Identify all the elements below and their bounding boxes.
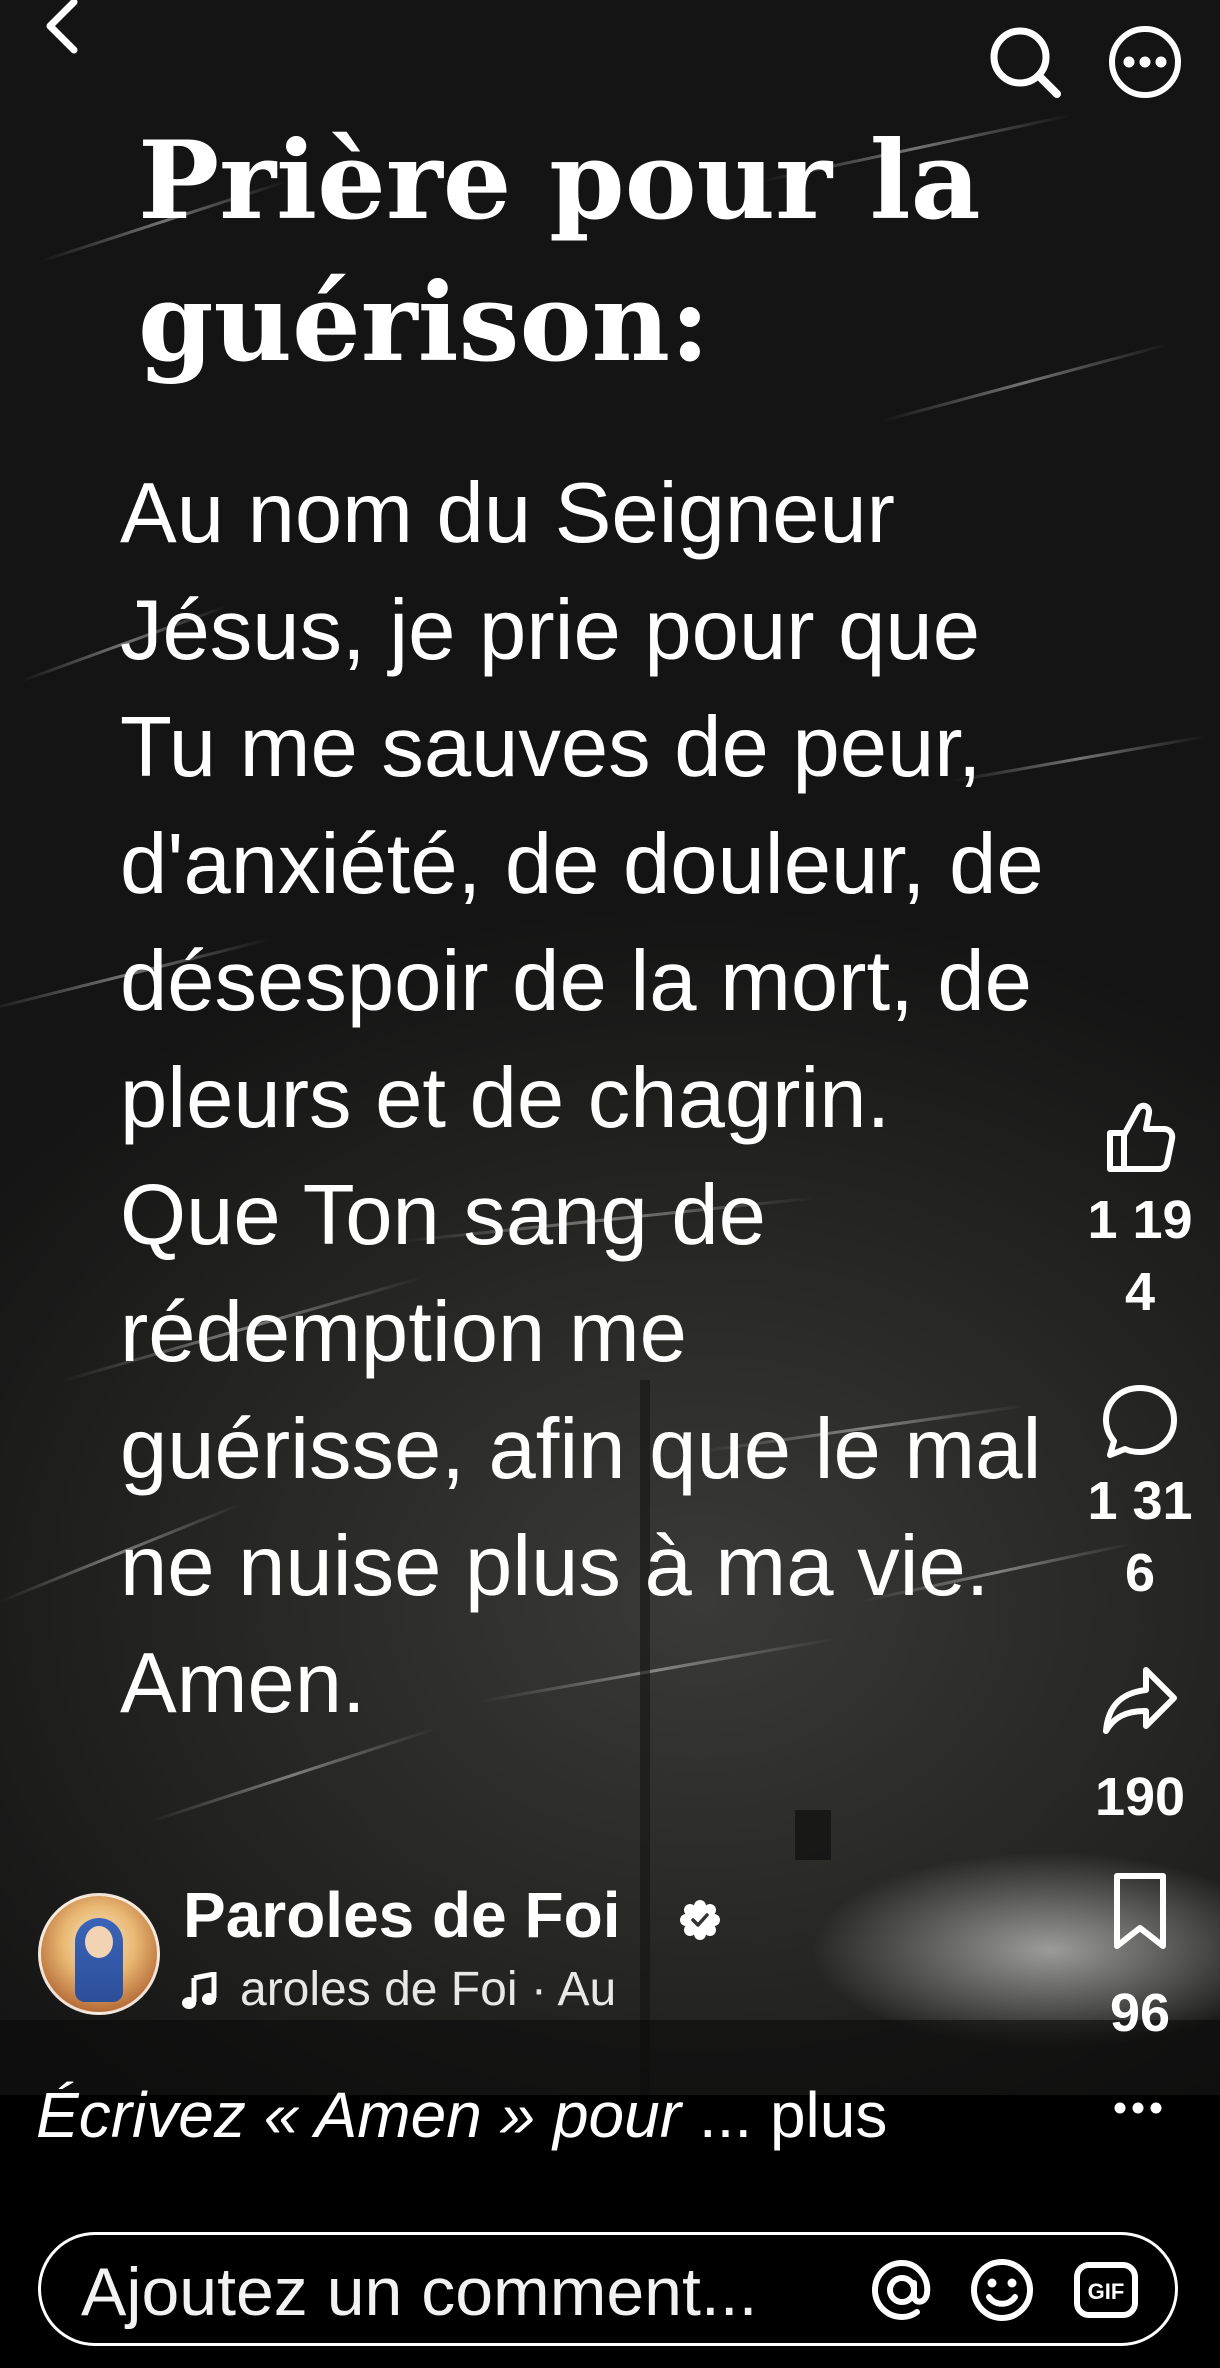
body-line: Tu me sauves de peur, bbox=[120, 700, 982, 795]
body-line: désespoir de la mort, de bbox=[120, 934, 1032, 1029]
comment-input[interactable]: Ajoutez un comment... GIF bbox=[38, 2232, 1178, 2346]
body-line: guérisse, afin que le mal bbox=[120, 1402, 1042, 1497]
body-line: Amen. bbox=[120, 1636, 366, 1731]
gif-icon[interactable]: GIF bbox=[1071, 2255, 1141, 2325]
save-action[interactable]: 96 bbox=[1060, 1870, 1220, 2044]
save-count: 96 bbox=[1109, 1983, 1171, 2043]
like-count-cont: 4 bbox=[1124, 1262, 1156, 1322]
back-chevron-icon[interactable] bbox=[40, 0, 90, 60]
like-count: 1 19 bbox=[1087, 1190, 1193, 1250]
search-icon[interactable] bbox=[985, 22, 1065, 102]
caption-see-more[interactable]: ... plus bbox=[681, 2079, 888, 2151]
post-caption[interactable]: Écrivez « Amen » pour ... plus bbox=[36, 2078, 887, 2152]
post-title-line: Prière pour la bbox=[138, 118, 981, 244]
body-line: Jésus, je prie pour que bbox=[120, 583, 980, 678]
caption-more-icon[interactable] bbox=[1108, 2088, 1168, 2128]
bookmark-icon[interactable] bbox=[1105, 1870, 1175, 1954]
post-title: Prière pour la guérison: bbox=[138, 110, 1018, 394]
like-action[interactable]: 1 19 4 bbox=[1060, 1095, 1220, 1323]
comment-action[interactable]: 1 31 6 bbox=[1060, 1380, 1220, 1604]
verified-badge-icon bbox=[680, 1900, 720, 1940]
music-note-icon bbox=[182, 1972, 217, 2009]
post-title-line: guérison: bbox=[138, 260, 710, 386]
share-count: 190 bbox=[1094, 1767, 1186, 1827]
thumbs-up-icon[interactable] bbox=[1098, 1095, 1182, 1179]
mention-at-icon[interactable] bbox=[867, 2255, 937, 2325]
body-line: rédemption me bbox=[120, 1285, 687, 1380]
author-avatar[interactable] bbox=[38, 1893, 160, 2015]
comment-count: 1 31 bbox=[1087, 1471, 1193, 1531]
audio-track-label[interactable]: aroles de Foi · Au bbox=[240, 1962, 690, 2017]
body-line: Que Ton sang de bbox=[120, 1168, 766, 1263]
comment-bubble-icon[interactable] bbox=[1098, 1380, 1182, 1464]
more-options-icon[interactable] bbox=[1105, 22, 1185, 102]
caption-text: Écrivez « Amen » pour bbox=[36, 2079, 682, 2151]
post-body-text: Au nom du Seigneur Jésus, je prie pour q… bbox=[120, 455, 1100, 1742]
body-line: d'anxiété, de douleur, de bbox=[120, 817, 1044, 912]
author-name[interactable]: Paroles de Foi bbox=[183, 1878, 620, 1952]
svg-text:GIF: GIF bbox=[1088, 2279, 1125, 2304]
comment-count-cont: 6 bbox=[1124, 1543, 1156, 1603]
body-line: Au nom du Seigneur bbox=[120, 466, 895, 561]
share-arrow-icon[interactable] bbox=[1098, 1660, 1182, 1744]
body-line: pleurs et de chagrin. bbox=[120, 1051, 891, 1146]
emoji-smiley-icon[interactable] bbox=[967, 2255, 1037, 2325]
comment-placeholder: Ajoutez un comment... bbox=[81, 2254, 758, 2330]
share-action[interactable]: 190 bbox=[1060, 1660, 1220, 1828]
body-line: ne nuise plus à ma vie. bbox=[120, 1519, 990, 1614]
